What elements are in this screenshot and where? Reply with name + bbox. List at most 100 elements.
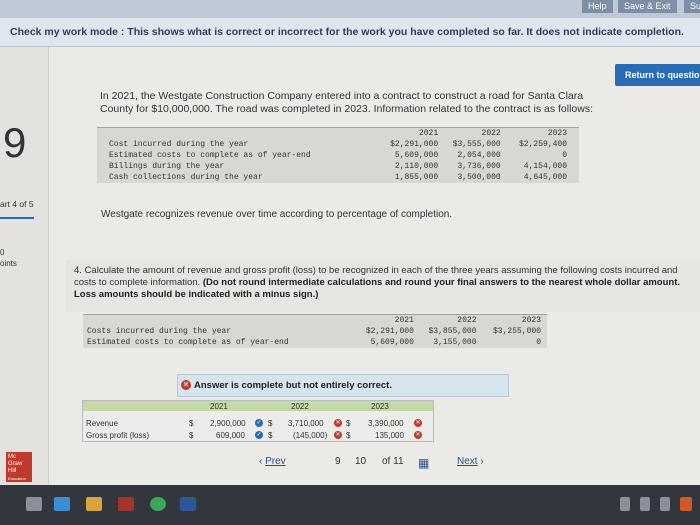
page-current[interactable]: 9 [335,456,341,467]
chevron-left-icon: ‹ [259,456,263,467]
revenue-2021-input[interactable]: 2,900,000 [210,419,246,428]
cell: $3,855,000 [428,327,477,336]
points-label: oints [0,259,17,268]
incorrect-x-icon: ✕ [334,430,342,439]
taskbar [0,485,700,525]
check-work-mode-banner: Check my work mode : This shows what is … [0,18,700,47]
dollar-sign: $ [189,419,194,428]
gross-profit-2022-input[interactable]: (145,000) [293,431,327,440]
incorrect-x-icon: ✕ [414,430,422,439]
next-label: Next [457,456,478,467]
cell: 0 [536,338,541,347]
top-toolbar: Help Save & Exit Su [0,0,700,18]
question-text: 4. Calculate the amount of revenue and g… [74,265,698,301]
problem-intro: In 2021, the Westgate Construction Compa… [100,90,594,115]
incorrect-x-icon: ✕ [414,418,422,427]
table-row: Costs incurred during the year $2,291,00… [83,326,547,337]
contract-info-table: 2021 2022 2023 Cost incurred during the … [97,127,579,183]
table-row: Estimated costs to complete as of year-e… [83,337,547,348]
year-header: 2021 [210,402,228,411]
cell: 0 [562,151,567,160]
prev-button[interactable]: ‹ Prev [259,456,286,467]
table-row: Estimated costs to complete as of year-e… [97,150,579,161]
edge-icon[interactable] [54,497,70,511]
incorrect-x-icon: ✕ [334,418,342,427]
return-to-question-button[interactable]: Return to questio [615,64,700,86]
cell: 2,110,000 [394,162,439,171]
points-value: 0 [0,248,5,257]
tray-icon[interactable] [640,497,650,511]
page-total: of 11 [382,456,404,467]
grid-view-icon[interactable]: ▦ [418,456,429,470]
dollar-sign: $ [346,431,351,440]
cell: $2,291,000 [365,327,414,336]
revenue-2022-input[interactable]: 3,710,000 [288,419,324,428]
file-explorer-icon[interactable] [86,497,102,511]
cell: 4,154,000 [523,162,567,171]
table-row: Cost incurred during the year $2,291,000… [97,139,579,150]
mcgraw-hill-logo: Mc Graw Hill Education [6,452,32,482]
table-header-row: 2021 2022 2023 [83,315,547,327]
help-button[interactable]: Help [582,0,613,13]
year-header: 2023 [521,316,541,325]
cell: 2,054,000 [457,151,501,160]
row-label-revenue: Revenue [86,419,119,428]
year-header: 2022 [291,402,309,411]
table-row: Billings during the year 2,110,000 3,736… [97,161,579,172]
word-icon[interactable] [180,497,196,511]
year-header: 2022 [457,316,477,325]
gross-profit-2023-input[interactable]: 135,000 [375,431,404,440]
cell: $3,555,000 [452,140,501,149]
save-exit-button[interactable]: Save & Exit [618,0,677,13]
row-label: Costs incurred during the year [87,327,232,336]
row-label: Cost incurred during the year [109,140,249,149]
year-header: 2022 [481,129,501,138]
answer-status-banner: ✕ Answer is complete but not entirely co… [177,374,509,397]
answer-status-text: Answer is complete but not entirely corr… [194,380,392,391]
year-header: 2023 [547,129,567,138]
logo-line: Graw [8,461,23,467]
table-header-row: 2021 2022 2023 [97,128,579,140]
row-label: Billings during the year [109,162,225,171]
answer-table: 2021 2022 2023 Revenue $ 2,900,000 ✓ $ 3… [82,400,434,442]
year-header: 2021 [418,129,439,138]
chevron-right-icon: › [480,456,484,467]
mode-text: Check my work mode : This shows what is … [10,26,684,38]
cell: $2,259,400 [518,140,567,149]
tray-icon[interactable] [660,497,670,511]
correct-check-icon: ✓ [255,418,263,427]
row-label: Estimated costs to complete as of year-e… [87,338,289,347]
chrome-icon[interactable] [150,497,166,511]
cell: $2,291,000 [390,140,439,149]
cell: 4,645,000 [523,173,567,182]
logo-line: Education [8,476,26,481]
tray-icon[interactable] [680,497,692,511]
task-view-icon[interactable] [26,497,42,511]
part-progress-line [0,217,34,219]
question-box: 4. Calculate the amount of revenue and g… [66,260,700,312]
cell: 5,609,000 [394,151,439,160]
gross-profit-2021-input[interactable]: 609,000 [216,431,245,440]
cell: 5,609,000 [370,338,414,347]
year-header: 2023 [371,402,389,411]
submit-button[interactable]: Su [684,0,700,13]
row-label: Estimated costs to complete as of year-e… [109,151,311,160]
question-sidebar: 9 art 4 of 5 0 oints [0,47,49,485]
cell: 3,155,000 [433,338,477,347]
logo-line: Hill [8,468,17,474]
cell: $3,255,000 [492,327,541,336]
table-row: Cash collections during the year 1,855,0… [97,172,579,183]
costs-table: 2021 2022 2023 Costs incurred during the… [83,314,547,348]
revenue-2023-input[interactable]: 3,390,000 [368,419,404,428]
x-circle-icon: ✕ [181,380,191,390]
logo-line: Mc [8,454,16,460]
tray-icon[interactable] [620,497,630,511]
question-number: 9 [3,119,27,166]
cell: 3,500,000 [457,173,501,182]
app-icon[interactable] [118,497,134,511]
year-header: 2021 [394,316,414,325]
page-next[interactable]: 10 [355,456,366,467]
prev-label: Prev [265,456,286,467]
dollar-sign: $ [268,431,273,440]
next-button[interactable]: Next › [457,456,484,467]
